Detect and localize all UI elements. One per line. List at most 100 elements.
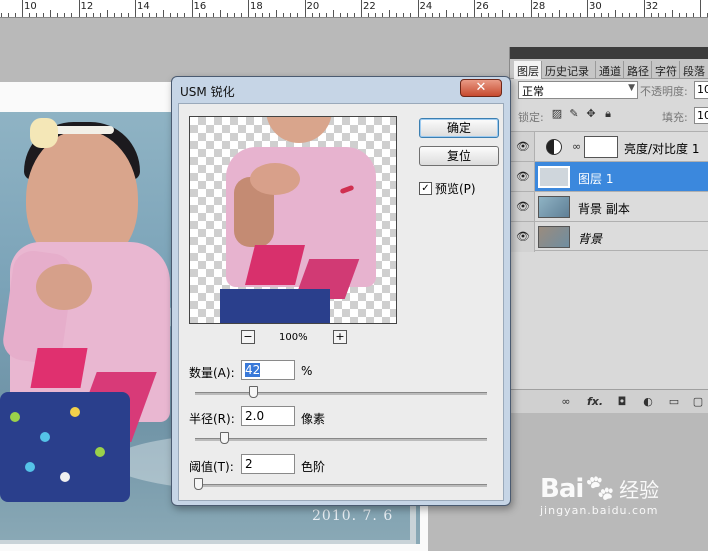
ruler-tick: [340, 13, 341, 17]
ruler-tick: [700, 0, 701, 17]
ruler-tick: [425, 13, 426, 17]
reset-button[interactable]: 复位: [419, 146, 499, 166]
ruler-tick: [326, 13, 327, 17]
threshold-slider-thumb[interactable]: [194, 478, 203, 490]
preview-checkbox[interactable]: ✓: [419, 182, 432, 195]
tab-history[interactable]: 历史记录: [542, 61, 596, 79]
tab-character[interactable]: 字符: [652, 61, 680, 79]
ruler-tick: [79, 0, 80, 17]
shorts-pattern: [95, 447, 105, 457]
threshold-input[interactable]: 2: [241, 454, 295, 474]
ruler-tick: [248, 0, 249, 17]
blend-mode-select[interactable]: 正常 ▼: [518, 81, 638, 99]
visibility-toggle[interactable]: 👁︎: [510, 222, 535, 252]
hair-bow: [30, 118, 58, 148]
ruler-tick: [615, 10, 616, 17]
ruler-tick: [71, 13, 72, 17]
shorts-pattern: [40, 432, 50, 442]
visibility-toggle[interactable]: 👁︎: [510, 132, 535, 162]
zoom-level: 100%: [279, 332, 308, 343]
filter-preview[interactable]: [189, 116, 397, 324]
group-icon[interactable]: ▭: [666, 395, 682, 408]
ruler-tick: [128, 13, 129, 17]
ruler-tick: [29, 13, 30, 17]
radius-input[interactable]: 2.0: [241, 406, 295, 426]
tab-layers[interactable]: 图层: [514, 61, 542, 79]
ruler-tick: [8, 13, 9, 17]
ruler-tick: [439, 13, 440, 17]
threshold-slider-track[interactable]: [195, 484, 487, 487]
ruler-number: 28: [532, 1, 546, 12]
lock-position-icon[interactable]: ✥: [584, 107, 598, 121]
amount-slider-thumb[interactable]: [249, 386, 258, 398]
layer-row-brightness-contrast[interactable]: 👁︎ ∞ 亮度/对比度 1: [510, 131, 708, 162]
ruler-tick: [107, 10, 108, 17]
preview-hand: [250, 163, 300, 195]
ruler-tick: [319, 13, 320, 17]
ruler-number: 10: [24, 1, 37, 12]
ruler-tick: [305, 0, 306, 17]
ruler-tick: [453, 13, 454, 17]
eye-icon: 👁︎: [516, 170, 530, 183]
ruler-tick: [36, 13, 37, 17]
ruler-tick: [1, 13, 2, 17]
fill-input[interactable]: 10: [694, 107, 708, 124]
frame-edge: [0, 540, 410, 544]
ruler-tick: [206, 13, 207, 17]
ruler-tick: [636, 13, 637, 17]
amount-input[interactable]: 42: [241, 360, 295, 380]
layer-mask-thumbnail[interactable]: [584, 136, 618, 158]
zoom-in-button[interactable]: +: [333, 330, 347, 344]
radius-slider-thumb[interactable]: [220, 432, 229, 444]
fx-icon[interactable]: fx.: [584, 395, 606, 408]
ruler-tick: [531, 0, 532, 17]
panel-bottom-toolbar: ∞ fx. ◘ ◐ ▭ ▢: [510, 389, 708, 413]
ruler-tick: [538, 13, 539, 17]
mask-icon[interactable]: ◘: [614, 395, 630, 408]
visibility-toggle[interactable]: 👁︎: [510, 162, 535, 192]
chain-link-icon[interactable]: ∞: [572, 140, 581, 153]
ok-button[interactable]: 确定: [419, 118, 499, 138]
amount-value: 42: [245, 363, 261, 377]
layer-name: 图层 1: [578, 172, 614, 186]
ruler-tick: [15, 13, 16, 17]
lock-all-icon[interactable]: 🔒︎: [601, 107, 615, 121]
layer-name: 亮度/对比度 1: [624, 142, 700, 156]
ruler-tick: [644, 0, 645, 17]
opacity-input[interactable]: 10: [694, 81, 708, 99]
panel-tabs: 图层 历史记录 通道 路径 字符 段落: [510, 59, 708, 79]
ruler-tick: [93, 13, 94, 17]
adjustment-icon[interactable]: ◐: [640, 395, 656, 408]
layer-row-background[interactable]: 👁︎ 背景: [510, 221, 708, 252]
new-layer-icon[interactable]: ▢: [690, 395, 706, 408]
ruler-tick: [283, 13, 284, 17]
close-button[interactable]: ✕: [460, 79, 502, 97]
radius-slider-track[interactable]: [195, 438, 487, 441]
ruler-tick: [418, 0, 419, 17]
layer-row-layer1[interactable]: 👁︎ 图层 1: [510, 161, 708, 192]
ruler-tick: [361, 0, 362, 17]
visibility-toggle[interactable]: 👁︎: [510, 192, 535, 222]
lock-paint-icon[interactable]: ✎: [567, 107, 581, 121]
panel-titlebar[interactable]: [510, 47, 708, 59]
amount-slider-track[interactable]: [195, 392, 487, 395]
tab-channels[interactable]: 通道: [596, 61, 624, 79]
dialog-body: − 100% + 确定 复位 ✓ 预览(P) 数量(A): 42 % 半径(R)…: [178, 103, 504, 501]
preview-checkbox-row[interactable]: ✓ 预览(P): [419, 180, 476, 197]
zoom-out-button[interactable]: −: [241, 330, 255, 344]
chevron-down-icon: ▼: [628, 83, 635, 93]
ruler-tick: [149, 13, 150, 17]
layer-name: 背景: [578, 232, 603, 246]
ruler-tick: [276, 10, 277, 17]
ruler-tick: [559, 10, 560, 17]
layer-row-background-copy[interactable]: 👁︎ 背景 副本: [510, 191, 708, 222]
eye-icon: 👁︎: [516, 200, 530, 213]
ruler-tick: [460, 13, 461, 17]
lock-transparency-icon[interactable]: ▨: [550, 107, 564, 121]
ruler-tick: [389, 10, 390, 17]
opacity-label: 不透明度:: [640, 85, 688, 98]
tab-paragraph[interactable]: 段落: [680, 61, 708, 79]
radius-unit: 像素: [301, 412, 326, 426]
link-icon[interactable]: ∞: [558, 395, 574, 408]
tab-paths[interactable]: 路径: [624, 61, 652, 79]
